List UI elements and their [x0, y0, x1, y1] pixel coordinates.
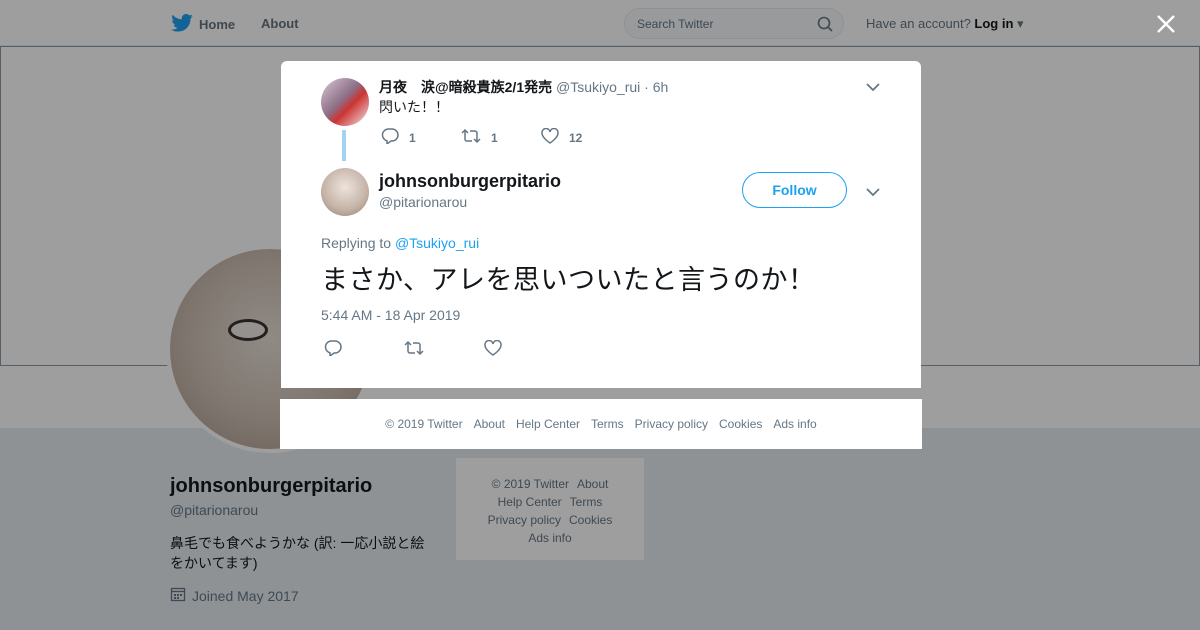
- main-retweet-button[interactable]: [404, 340, 484, 359]
- modal-footer: © 2019 Twitter About Help Center Terms P…: [280, 399, 922, 449]
- parent-retweet-button[interactable]: 1: [461, 128, 541, 147]
- parent-author-name[interactable]: 月夜 涙@暗殺貴族2/1発売: [379, 79, 552, 95]
- modal-footer-copyright: © 2019 Twitter: [385, 417, 463, 431]
- thread-connector: [342, 130, 346, 161]
- parent-tweet-text: 閃いた！！: [379, 99, 449, 115]
- parent-reply-button[interactable]: 1: [381, 128, 461, 147]
- retweet-icon: [404, 340, 424, 359]
- chevron-down-icon[interactable]: [865, 184, 881, 202]
- parent-author-avatar[interactable]: [321, 78, 369, 126]
- parent-retweet-count: 1: [491, 130, 498, 145]
- modal-footer-ads-link[interactable]: Ads info: [773, 417, 816, 431]
- reply-icon: [381, 128, 399, 147]
- modal-footer-privacy-link[interactable]: Privacy policy: [635, 417, 708, 431]
- modal-footer-help-link[interactable]: Help Center: [516, 417, 580, 431]
- modal-footer-cookies-link[interactable]: Cookies: [719, 417, 762, 431]
- chevron-down-icon[interactable]: [865, 79, 881, 97]
- parent-like-button[interactable]: 12: [541, 127, 621, 147]
- parent-like-count: 12: [569, 130, 583, 145]
- tweet-modal: 月夜 涙@暗殺貴族2/1発売 @Tsukiyo_rui · 6h 閃いた！！ 1…: [281, 61, 921, 388]
- parent-tweet-time[interactable]: · 6h: [644, 79, 668, 95]
- main-tweet-text: まさか、アレを思いついたと言うのか！: [321, 265, 816, 296]
- reply-icon: [324, 340, 342, 359]
- replying-to-link[interactable]: @Tsukiyo_rui: [395, 235, 479, 251]
- main-like-button[interactable]: [484, 339, 564, 359]
- main-author-name[interactable]: johnsonburgerpitario: [379, 171, 561, 192]
- parent-reply-count: 1: [409, 130, 416, 145]
- close-icon[interactable]: [1154, 12, 1178, 36]
- parent-tweet-header: 月夜 涙@暗殺貴族2/1発売 @Tsukiyo_rui · 6h: [379, 77, 668, 97]
- modal-footer-terms-link[interactable]: Terms: [591, 417, 624, 431]
- tweet-timestamp[interactable]: 5:44 AM - 18 Apr 2019: [321, 307, 460, 323]
- parent-tweet-actions: 1 1 12: [381, 127, 621, 147]
- main-author-handle[interactable]: @pitarionarou: [379, 194, 467, 210]
- replying-prefix: Replying to: [321, 235, 392, 251]
- parent-author-handle[interactable]: @Tsukiyo_rui: [556, 79, 640, 95]
- retweet-icon: [461, 128, 481, 147]
- main-tweet-actions: [324, 339, 564, 359]
- replying-to: Replying to @Tsukiyo_rui: [321, 235, 479, 251]
- modal-footer-about-link[interactable]: About: [474, 417, 505, 431]
- follow-button[interactable]: Follow: [742, 172, 847, 208]
- main-reply-button[interactable]: [324, 340, 404, 359]
- main-author-avatar[interactable]: [321, 168, 369, 216]
- heart-icon: [484, 339, 502, 359]
- heart-icon: [541, 127, 559, 147]
